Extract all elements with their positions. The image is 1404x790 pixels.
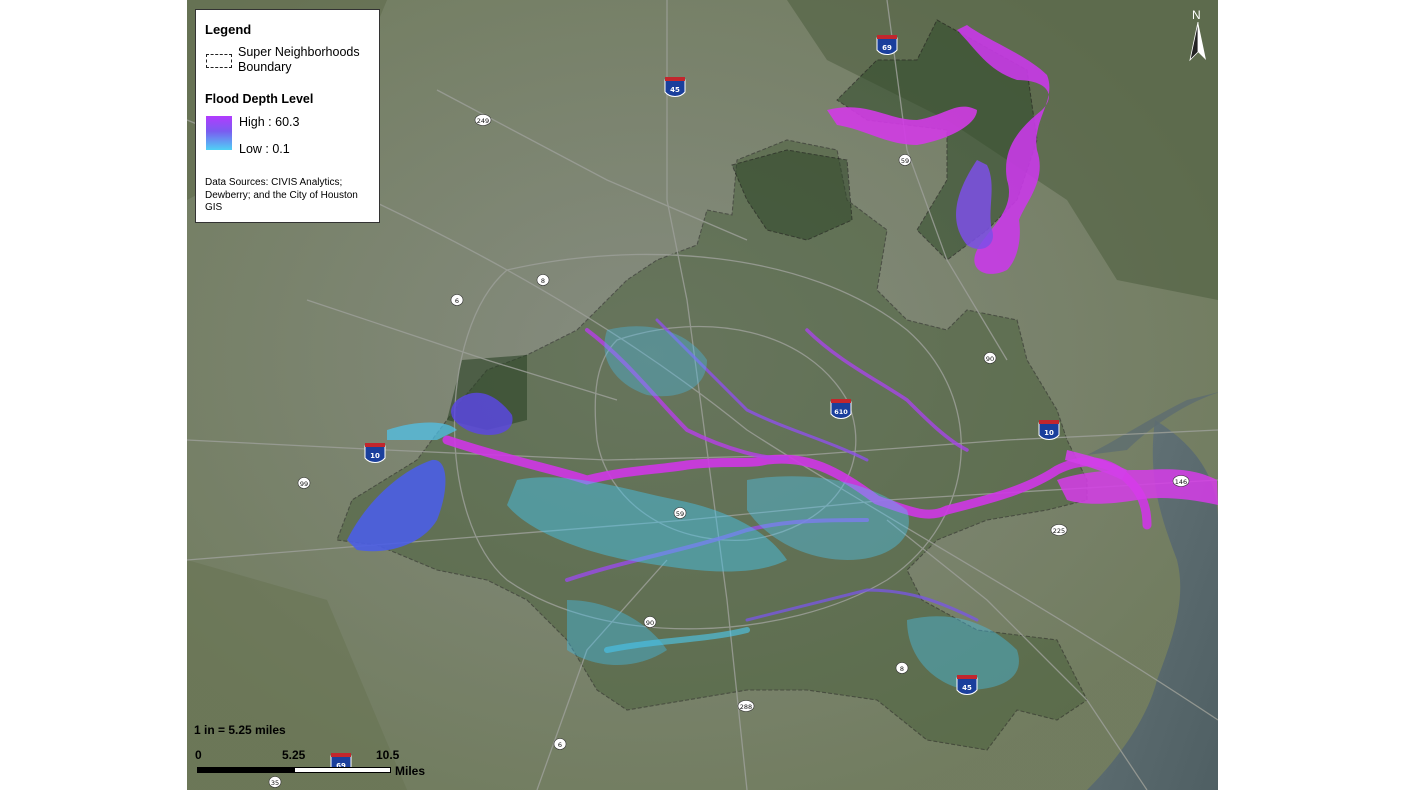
- flood-low-label: Low : 0.1: [239, 142, 290, 156]
- scale-bar-white: [294, 767, 391, 773]
- shield-i10-east-label: 10: [1044, 429, 1054, 437]
- shield-i610: 610: [830, 399, 852, 419]
- satellite-map[interactable]: 69 45 610 10 10 45 69 249 8 6 99 59 90 9…: [187, 0, 1218, 790]
- svg-text:90: 90: [986, 355, 994, 363]
- flood-depth-title: Flood Depth Level: [205, 92, 314, 106]
- route-8-south: 8: [895, 662, 909, 674]
- route-59: 59: [673, 507, 687, 519]
- route-146: 146: [1172, 475, 1190, 487]
- shield-i45-south: 45: [956, 675, 978, 695]
- flood-high-label: High : 60.3: [239, 115, 300, 129]
- scale-ratio: 1 in = 5.25 miles: [194, 723, 286, 737]
- shield-i10-east: 10: [1038, 420, 1060, 440]
- shield-i610-label: 610: [834, 408, 848, 416]
- route-90-east: 90: [983, 352, 997, 364]
- svg-text:6: 6: [558, 741, 562, 749]
- shield-i10-west: 10: [364, 443, 386, 463]
- scale-units: Miles: [395, 764, 426, 778]
- route-35: 35: [268, 776, 282, 788]
- shield-i45-south-label: 45: [962, 684, 972, 692]
- route-249: 249: [474, 114, 492, 126]
- svg-text:8: 8: [541, 277, 545, 285]
- north-label: N: [1192, 8, 1201, 22]
- svg-text:288: 288: [740, 703, 752, 711]
- boundary-swatch: [206, 54, 232, 68]
- svg-text:99: 99: [300, 480, 308, 488]
- svg-text:225: 225: [1053, 527, 1065, 535]
- shield-i69-north: 69: [876, 35, 898, 55]
- route-99: 99: [297, 477, 311, 489]
- flood-ship-channel: [1057, 469, 1218, 505]
- svg-text:59: 59: [901, 157, 909, 165]
- data-sources: Data Sources: CIVIS Analytics; Dewberry;…: [205, 177, 358, 213]
- route-8-north: 8: [536, 274, 550, 286]
- svg-text:90: 90: [646, 619, 654, 627]
- svg-text:8: 8: [900, 665, 904, 673]
- route-225: 225: [1050, 524, 1068, 536]
- route-6-south: 6: [553, 738, 567, 750]
- shield-i45-north: 45: [664, 77, 686, 97]
- scale-tick-1: 5.25: [282, 748, 306, 762]
- route-6-north: 6: [450, 294, 464, 306]
- svg-text:6: 6: [455, 297, 459, 305]
- scale-bar-black: [197, 767, 294, 773]
- route-59-north: 59: [898, 154, 912, 166]
- shield-i10-west-label: 10: [370, 452, 380, 460]
- legend-title: Legend: [205, 22, 252, 37]
- north-arrow-icon: [1189, 22, 1206, 62]
- svg-text:249: 249: [477, 117, 489, 125]
- route-90-center: 90: [643, 616, 657, 628]
- flood-gradient-swatch: [206, 116, 232, 150]
- map-legend: Legend Super Neighborhoods Boundary Floo…: [195, 9, 380, 223]
- north-arrow: N: [1188, 8, 1208, 62]
- boundary-label: Super Neighborhoods Boundary: [238, 45, 360, 74]
- shield-i45-north-label: 45: [670, 86, 680, 94]
- route-288: 288: [737, 700, 755, 712]
- scale-tick-2: 10.5: [376, 748, 400, 762]
- scale-tick-0: 0: [195, 748, 202, 762]
- shield-i69-north-label: 69: [882, 44, 892, 52]
- svg-text:146: 146: [1175, 478, 1187, 486]
- svg-text:59: 59: [676, 510, 684, 518]
- svg-text:35: 35: [271, 779, 279, 787]
